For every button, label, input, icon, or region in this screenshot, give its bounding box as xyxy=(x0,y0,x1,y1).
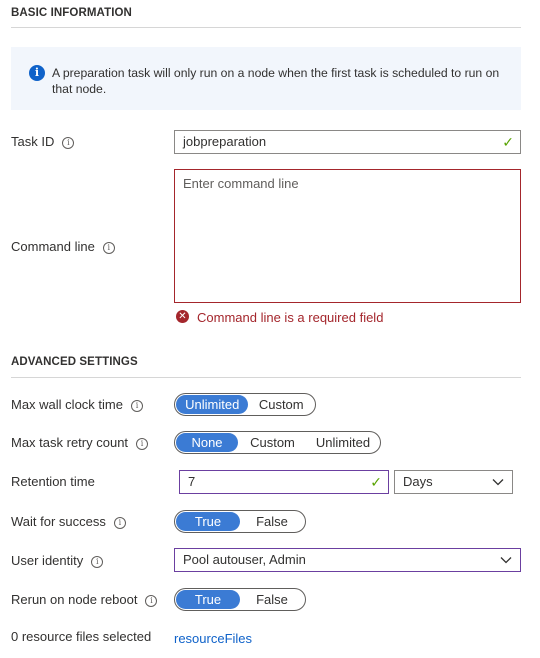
info-banner: i A preparation task will only run on a … xyxy=(11,47,521,110)
task-id-input[interactable]: jobpreparation ✓ xyxy=(174,130,521,154)
rerun-on-reboot-toggle[interactable]: True False xyxy=(174,588,306,611)
retention-unit-value: Days xyxy=(403,474,433,489)
info-tooltip-icon[interactable]: i xyxy=(130,400,143,412)
user-identity-label: User identity i xyxy=(11,553,104,568)
info-tooltip-icon[interactable]: i xyxy=(113,517,126,529)
user-identity-label-text: User identity xyxy=(11,553,84,568)
wait-for-success-label-text: Wait for success xyxy=(11,514,106,529)
command-line-label-text: Command line xyxy=(11,239,95,254)
checkmark-icon: ✓ xyxy=(502,134,514,150)
info-tooltip-icon[interactable]: i xyxy=(62,137,75,149)
info-tooltip-icon[interactable]: i xyxy=(102,242,115,254)
option-false[interactable]: False xyxy=(240,512,304,531)
max-wall-clock-label: Max wall clock time i xyxy=(11,397,143,412)
max-wall-clock-label-text: Max wall clock time xyxy=(11,397,123,412)
retention-time-label: Retention time xyxy=(11,474,95,489)
info-tooltip-icon[interactable]: i xyxy=(136,438,149,450)
task-id-label-text: Task ID xyxy=(11,134,55,149)
max-retry-toggle[interactable]: None Custom Unlimited xyxy=(174,431,381,454)
resource-files-link[interactable]: resourceFiles xyxy=(174,631,252,646)
option-unlimited[interactable]: Unlimited xyxy=(307,433,379,452)
option-custom[interactable]: Custom xyxy=(238,433,307,452)
rerun-on-reboot-label-text: Rerun on node reboot xyxy=(11,592,138,607)
chevron-down-icon xyxy=(492,479,504,486)
command-line-label: Command line i xyxy=(11,239,115,254)
rerun-on-reboot-label: Rerun on node reboot i xyxy=(11,592,158,607)
option-none[interactable]: None xyxy=(176,433,238,452)
info-tooltip-icon[interactable]: i xyxy=(145,595,158,607)
option-true[interactable]: True xyxy=(176,512,240,531)
retention-unit-select[interactable]: Days xyxy=(394,470,513,494)
max-retry-label-text: Max task retry count xyxy=(11,435,129,450)
retention-time-value: 7 xyxy=(188,474,196,489)
task-id-value: jobpreparation xyxy=(183,134,267,149)
resource-files-label: 0 resource files selected xyxy=(11,629,152,644)
command-line-placeholder: Enter command line xyxy=(183,176,299,191)
info-banner-text: A preparation task will only run on a no… xyxy=(52,66,500,96)
basic-information-heading: BASIC INFORMATION xyxy=(11,7,132,19)
info-icon: i xyxy=(29,65,45,81)
checkmark-icon: ✓ xyxy=(370,474,382,490)
option-true[interactable]: True xyxy=(176,590,240,609)
command-line-textarea[interactable]: Enter command line xyxy=(174,169,521,303)
chevron-down-icon xyxy=(500,557,512,564)
user-identity-value: Pool autouser, Admin xyxy=(183,552,306,567)
command-line-error: Command line is a required field xyxy=(197,310,384,325)
advanced-settings-heading: ADVANCED SETTINGS xyxy=(11,356,138,368)
info-tooltip-icon[interactable]: i xyxy=(91,556,104,568)
error-icon: ✕ xyxy=(176,310,189,323)
task-id-label: Task ID i xyxy=(11,134,75,149)
user-identity-select[interactable]: Pool autouser, Admin xyxy=(174,548,521,572)
wait-for-success-toggle[interactable]: True False xyxy=(174,510,306,533)
max-wall-clock-toggle[interactable]: Unlimited Custom xyxy=(174,393,316,416)
option-unlimited[interactable]: Unlimited xyxy=(176,395,249,414)
section-divider xyxy=(11,27,521,28)
option-false[interactable]: False xyxy=(240,590,304,609)
option-custom[interactable]: Custom xyxy=(248,395,314,414)
section-divider xyxy=(11,377,521,378)
wait-for-success-label: Wait for success i xyxy=(11,514,126,529)
max-retry-label: Max task retry count i xyxy=(11,435,149,450)
retention-time-input[interactable]: 7 ✓ xyxy=(179,470,389,494)
